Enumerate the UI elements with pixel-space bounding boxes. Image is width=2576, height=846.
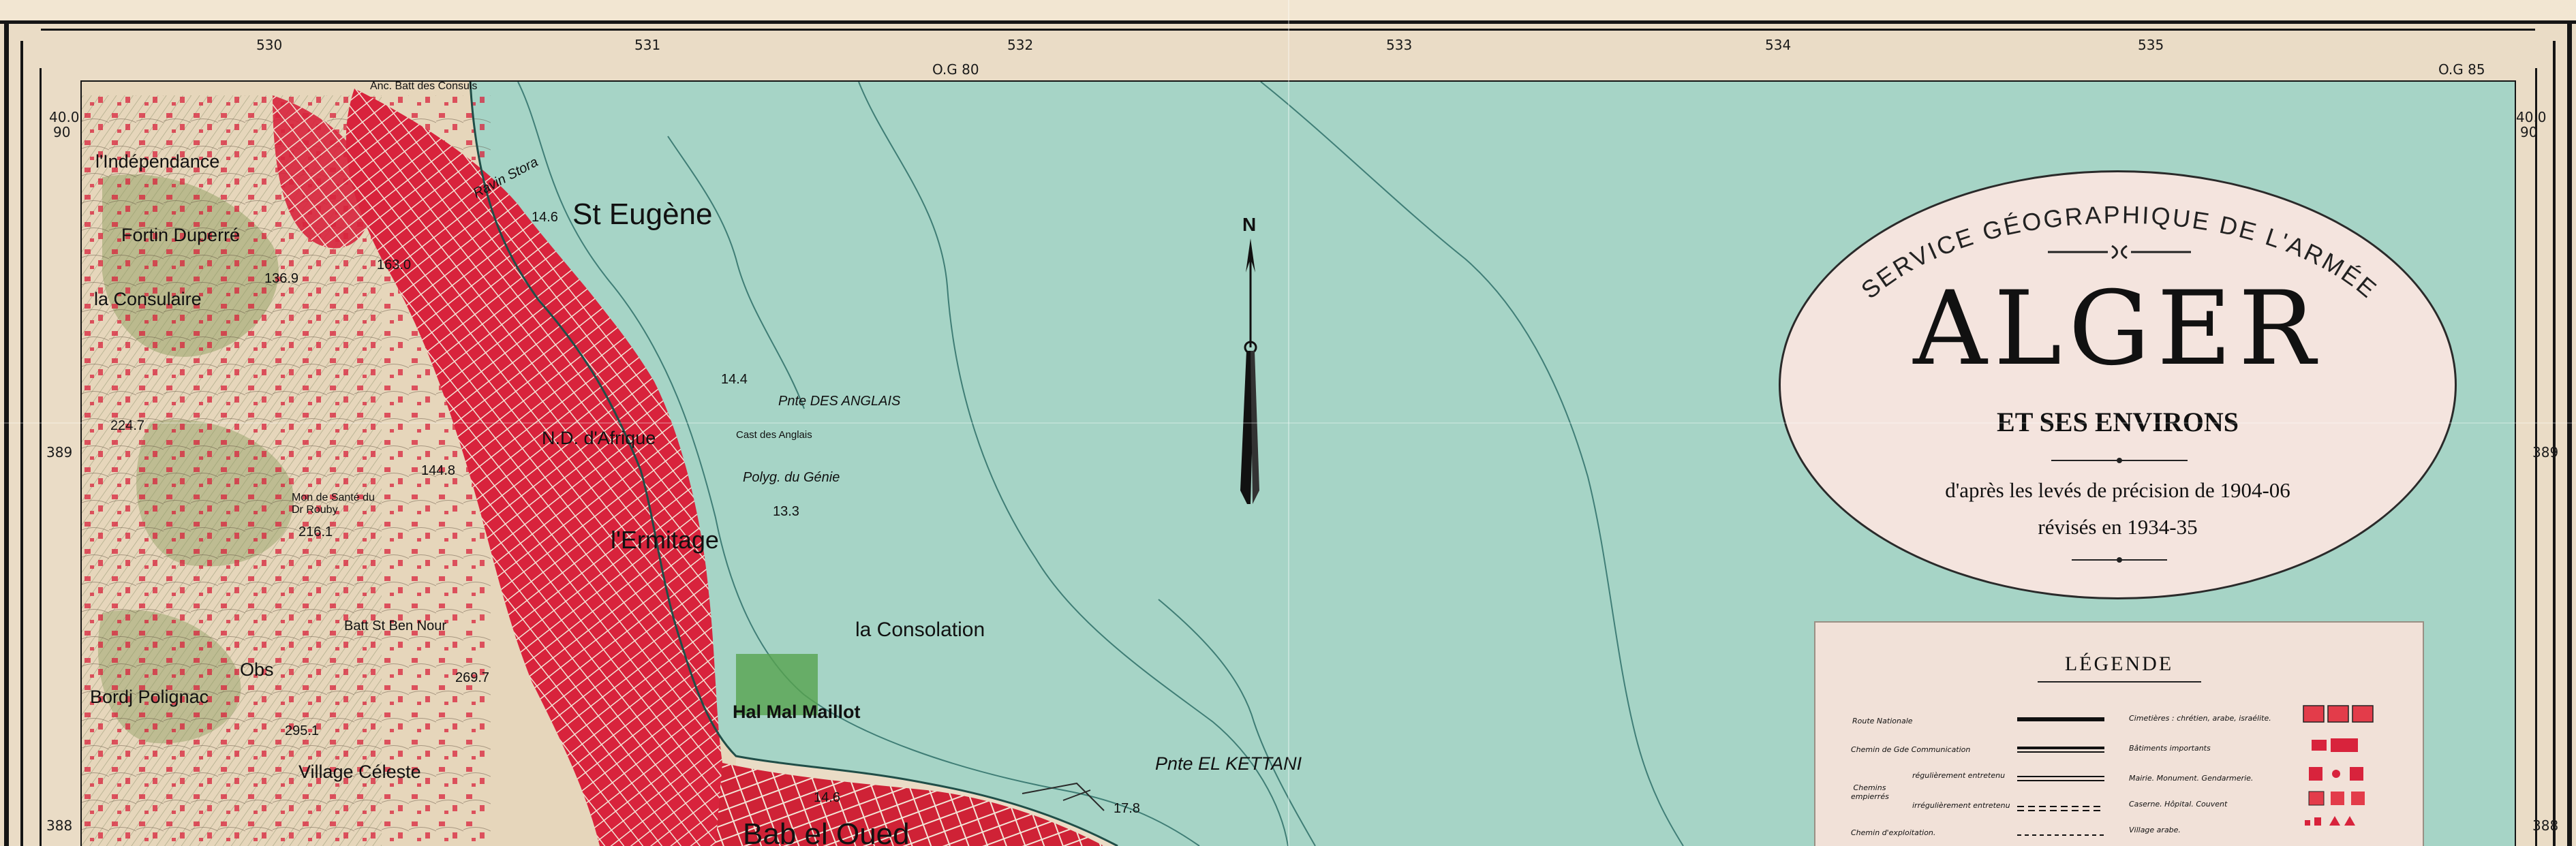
legend-item-reg-entretenu: régulièrement entretenu <box>1912 771 2006 780</box>
og-label-80: O.G 80 <box>932 61 979 78</box>
right-label-40: 40.0 <box>2516 109 2547 125</box>
place-obs: Obs <box>240 659 274 680</box>
legend-item-caserne: Caserne. Hôpital. Couvent <box>2129 800 2228 809</box>
spot-height: 295.1 <box>285 723 320 738</box>
spot-height: 224.7 <box>110 418 145 433</box>
spot-height: 13.3 <box>773 504 799 519</box>
spot-height: 144.8 <box>421 463 456 478</box>
grid-tick-531: 531 <box>634 37 661 53</box>
place-maison-sante: Mon de Santé du Dr Rouby <box>292 492 375 516</box>
place-anc-batterie-consuls: Anc. Batt des Consuls <box>370 80 478 92</box>
left-label-40: 40.0 <box>49 109 80 125</box>
place-pointe-el-kettani: Pnte EL KETTANI <box>1155 753 1302 774</box>
spot-height: 14.6 <box>814 790 840 805</box>
spot-height: 14.4 <box>721 372 748 387</box>
ornament-rule-icon <box>2048 245 2191 260</box>
right-label-388: 388 <box>2532 817 2559 834</box>
place-pointe-anglais: Pnte DES ANGLAIS <box>778 394 901 409</box>
map-sheet: 530 531 532 533 534 535 O.G 80 O.G 85 40… <box>0 0 2576 846</box>
legend-item-cimetieres: Cimetières : chrétien, arabe, israélite. <box>2129 714 2271 723</box>
right-label-90: 90 <box>2520 124 2538 140</box>
frame-left-line <box>20 41 23 846</box>
left-label-389: 389 <box>46 444 73 460</box>
grid-tick-535: 535 <box>2138 37 2164 53</box>
spot-height: 14.6 <box>532 210 558 225</box>
spot-height: 163.0 <box>377 257 412 272</box>
grid-tick-533: 533 <box>1386 37 1413 53</box>
frame-left-line2 <box>40 68 42 846</box>
legend-item-route-nationale: Route Nationale <box>1852 717 1913 725</box>
cartouche-survey-line1: d'après les levés de précision de 1904-0… <box>1945 478 2290 502</box>
legend-item-chemin-gc: Chemin de Gde Communication <box>1851 745 1971 754</box>
place-nd-afrique: N.D. d'Afrique <box>542 428 656 448</box>
place-bordj-polignac: Bordj Polignac <box>90 687 209 707</box>
frame-right-line <box>2553 41 2556 846</box>
legend-item-irreg-entretenu: irrégulièrement entretenu <box>1912 801 2010 810</box>
place-la-consolation: la Consolation <box>855 618 985 641</box>
left-label-90: 90 <box>53 124 71 140</box>
north-arrow-icon <box>1240 238 1259 504</box>
place-fortin-duperre: Fortin Duperré <box>121 225 241 245</box>
legend-item-village-arabe: Village arabe. <box>2129 826 2181 834</box>
paper-crease <box>0 422 2576 424</box>
legend-item-chemins-empierres: Chemins empierrés <box>1851 783 1889 801</box>
og-label-85: O.G 85 <box>2438 61 2485 78</box>
grid-tick-534: 534 <box>1765 37 1792 53</box>
cartouche-survey-line2: révisés en 1934-35 <box>2038 515 2198 539</box>
spot-height: 269.7 <box>455 670 490 685</box>
ornament-rule-icon <box>2051 458 2188 463</box>
grid-tick-530: 530 <box>256 37 283 53</box>
place-la-consulaire: la Consulaire <box>94 289 202 309</box>
ornament-rule-icon <box>2072 557 2167 563</box>
place-ermitage: l'Ermitage <box>611 526 719 554</box>
place-batterie-ben-nour: Batt St Ben Nour <box>344 618 447 633</box>
place-castel-anglais: Cast des Anglais <box>736 429 812 441</box>
legend-item-mairie: Mairie. Monument. Gendarmerie. <box>2129 774 2254 783</box>
legend-road-symbols <box>2017 717 2104 836</box>
place-st-eugene: St Eugène <box>572 198 713 231</box>
place-maillot: Hal Mal Maillot <box>733 702 861 722</box>
legend-title: LÉGENDE <box>2064 653 2174 675</box>
legend-item-chemin-exploitation: Chemin d'exploitation. <box>1851 828 1936 837</box>
legend-building-symbols <box>2303 705 2374 826</box>
spot-height: 136.9 <box>264 271 299 286</box>
spot-height: 17.8 <box>1114 801 1140 816</box>
place-bab-el-oued: Bab el Oued <box>743 817 910 846</box>
place-independance: l'Indépendance <box>95 151 220 172</box>
place-polygone-genie: Polyg. du Génie <box>743 470 840 485</box>
cartouche-title: ALGER <box>1913 270 2322 388</box>
grid-tick-532: 532 <box>1007 37 1034 53</box>
left-label-388: 388 <box>46 817 73 834</box>
place-village-celeste: Village Céleste <box>298 762 421 782</box>
right-label-389: 389 <box>2532 444 2559 460</box>
legend-title-rule <box>2038 681 2201 683</box>
spot-height: 216.1 <box>298 524 333 539</box>
north-label: N <box>1242 214 1257 235</box>
legend-item-batiments: Bâtiments importants <box>2129 744 2211 753</box>
